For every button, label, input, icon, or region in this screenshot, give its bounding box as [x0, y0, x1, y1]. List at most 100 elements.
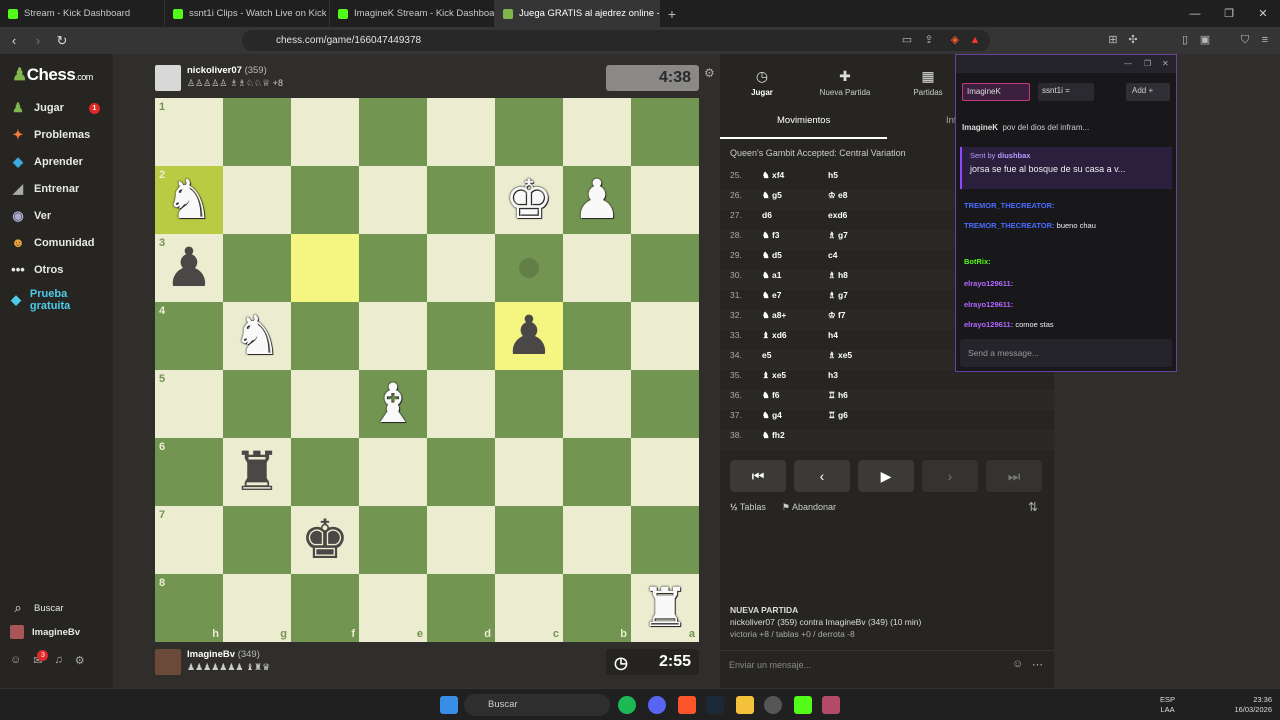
browser-tab[interactable]: ImagineK Stream - Kick Dashboard [330, 0, 495, 27]
browser-tab-active[interactable]: Juega GRATIS al ajedrez online -✕ [495, 0, 660, 27]
chat-input[interactable]: Send a message... [960, 339, 1172, 367]
board-square[interactable] [291, 370, 359, 438]
sidebar-item-comunidad[interactable]: ☻ Comunidad [10, 235, 110, 250]
black-move[interactable]: ♗ g7 [828, 230, 848, 241]
board-square[interactable] [631, 98, 699, 166]
obs-icon[interactable] [764, 696, 782, 714]
board-square[interactable] [631, 302, 699, 370]
new-tab-button[interactable]: + [660, 0, 684, 27]
black-move[interactable]: ♗ xe5 [828, 350, 852, 361]
wallet-icon[interactable]: ▣ [1198, 33, 1212, 47]
white-piece[interactable]: ♞ [223, 302, 291, 370]
black-move[interactable]: exd6 [828, 210, 847, 220]
board-square[interactable] [223, 370, 291, 438]
white-move[interactable]: ♝ xd6 [762, 330, 787, 341]
black-move[interactable]: h5 [828, 170, 838, 180]
close-icon[interactable]: ✕ [1162, 59, 1169, 68]
board-square[interactable] [359, 234, 427, 302]
white-move[interactable]: ♝ xe5 [762, 370, 786, 381]
white-move[interactable]: ♞ d5 [762, 250, 782, 261]
board-square[interactable]: 6 [155, 438, 223, 506]
black-move[interactable]: ♖ g6 [828, 410, 848, 421]
board-square[interactable] [291, 302, 359, 370]
kick-icon[interactable] [794, 696, 812, 714]
board-square[interactable]: 4 [155, 302, 223, 370]
white-move[interactable]: ♞ fh2 [762, 430, 785, 441]
board-square[interactable]: 3 ♟ [155, 234, 223, 302]
board-square[interactable] [495, 98, 563, 166]
chessboard[interactable]: 1 2 ♞ ♚ ♟ 3 ♟ 4 ♞ ♟ 5 ♝ 6 ♜ 7 ♚ 8 h g f e d c b a ♜ [155, 98, 699, 642]
extension-icon[interactable]: ⊞ [1106, 33, 1120, 47]
browser-tab[interactable]: ssnt1i Clips - Watch Live on Kick [165, 0, 330, 27]
board-square[interactable] [495, 234, 563, 302]
black-move[interactable]: ♗ h8 [828, 270, 848, 281]
minimize-button[interactable]: — [1124, 59, 1132, 68]
more-options-icon[interactable]: ⋯ [1032, 658, 1043, 671]
white-move[interactable]: ♞ g5 [762, 190, 782, 201]
board-square[interactable]: d [427, 574, 495, 642]
move-row[interactable]: 37. ♞ g4 ♖ g6 [720, 410, 1054, 430]
black-piece[interactable]: ♚ [291, 506, 359, 574]
sidebar-item-ver[interactable]: ◉ Ver [10, 208, 110, 224]
board-square[interactable] [427, 438, 495, 506]
board-square[interactable] [427, 234, 495, 302]
url-input[interactable]: chess.com/game/166047449378 [242, 30, 990, 51]
black-move[interactable]: h3 [828, 370, 838, 380]
player-name[interactable]: nickoliver07 [187, 65, 242, 76]
white-move[interactable]: ♞ f3 [762, 230, 780, 241]
back-icon[interactable]: ‹ [4, 33, 24, 48]
board-square[interactable] [359, 506, 427, 574]
board-square[interactable]: b [563, 574, 631, 642]
board-square[interactable]: ♚ [495, 166, 563, 234]
board-square[interactable] [359, 438, 427, 506]
tab-nueva-partida[interactable]: ✚ Nueva Partida [805, 68, 885, 97]
board-square[interactable] [427, 370, 495, 438]
black-piece[interactable]: ♟ [155, 234, 223, 302]
settings-icon[interactable]: ⚙ [704, 66, 715, 80]
taskbar-search[interactable]: Buscar [464, 694, 610, 716]
board-square[interactable] [427, 302, 495, 370]
menu-icon[interactable]: ≡ [1258, 33, 1272, 47]
chat-tab-ssnt1i[interactable]: ssnt1i = [1038, 83, 1094, 101]
friends-icon[interactable]: ☺ [10, 654, 21, 667]
app-icon[interactable] [822, 696, 840, 714]
move-row[interactable]: 36. ♞ f6 ♖ h6 [720, 390, 1054, 410]
board-square[interactable] [427, 506, 495, 574]
folder-icon[interactable] [736, 696, 754, 714]
language-indicator[interactable]: ESP LAA [1160, 695, 1175, 715]
minimize-button[interactable]: — [1178, 0, 1212, 27]
board-square[interactable] [631, 370, 699, 438]
board-square[interactable] [427, 98, 495, 166]
tab-jugar[interactable]: ◷ Jugar [722, 68, 802, 97]
start-icon[interactable] [440, 696, 458, 714]
black-move[interactable]: ♖ h6 [828, 390, 848, 401]
board-square[interactable] [563, 234, 631, 302]
white-move[interactable]: ♞ a8+ [762, 310, 786, 321]
board-square[interactable]: 1 [155, 98, 223, 166]
white-move[interactable]: ♞ e7 [762, 290, 781, 301]
move-row[interactable]: 38. ♞ fh2 [720, 430, 1054, 450]
white-move[interactable]: ♞ g4 [762, 410, 782, 421]
white-piece[interactable]: ♞ [155, 166, 223, 234]
board-square[interactable]: 5 [155, 370, 223, 438]
sidebar-item-problemas[interactable]: ✦ Problemas [10, 127, 110, 143]
resign-button[interactable]: ⚑ Abandonar [782, 502, 836, 513]
vpn-icon[interactable]: ⛉ [1238, 33, 1252, 47]
rewards-icon[interactable]: ▲ [968, 33, 982, 47]
puzzle-extension-icon[interactable]: ✣ [1126, 33, 1140, 47]
board-square[interactable]: ♟ [495, 302, 563, 370]
board-square[interactable]: ♚ [291, 506, 359, 574]
maximize-button[interactable]: ❐ [1212, 0, 1246, 27]
tab-movimientos[interactable]: Movimientos [777, 115, 830, 126]
move-hint-dot[interactable] [519, 258, 539, 278]
white-piece[interactable]: ♝ [359, 370, 427, 438]
sidebar-toggle-icon[interactable]: ▯ [1178, 33, 1192, 47]
board-square[interactable] [631, 438, 699, 506]
brave-shield-icon[interactable]: ◈ [948, 33, 962, 47]
first-move-button[interactable]: ⏮ [730, 460, 786, 492]
board-square[interactable] [291, 234, 359, 302]
settings-icon[interactable]: ⚙ [75, 654, 85, 667]
board-square[interactable] [631, 506, 699, 574]
window-close-button[interactable]: ✕ [1246, 0, 1280, 27]
board-square[interactable] [495, 370, 563, 438]
